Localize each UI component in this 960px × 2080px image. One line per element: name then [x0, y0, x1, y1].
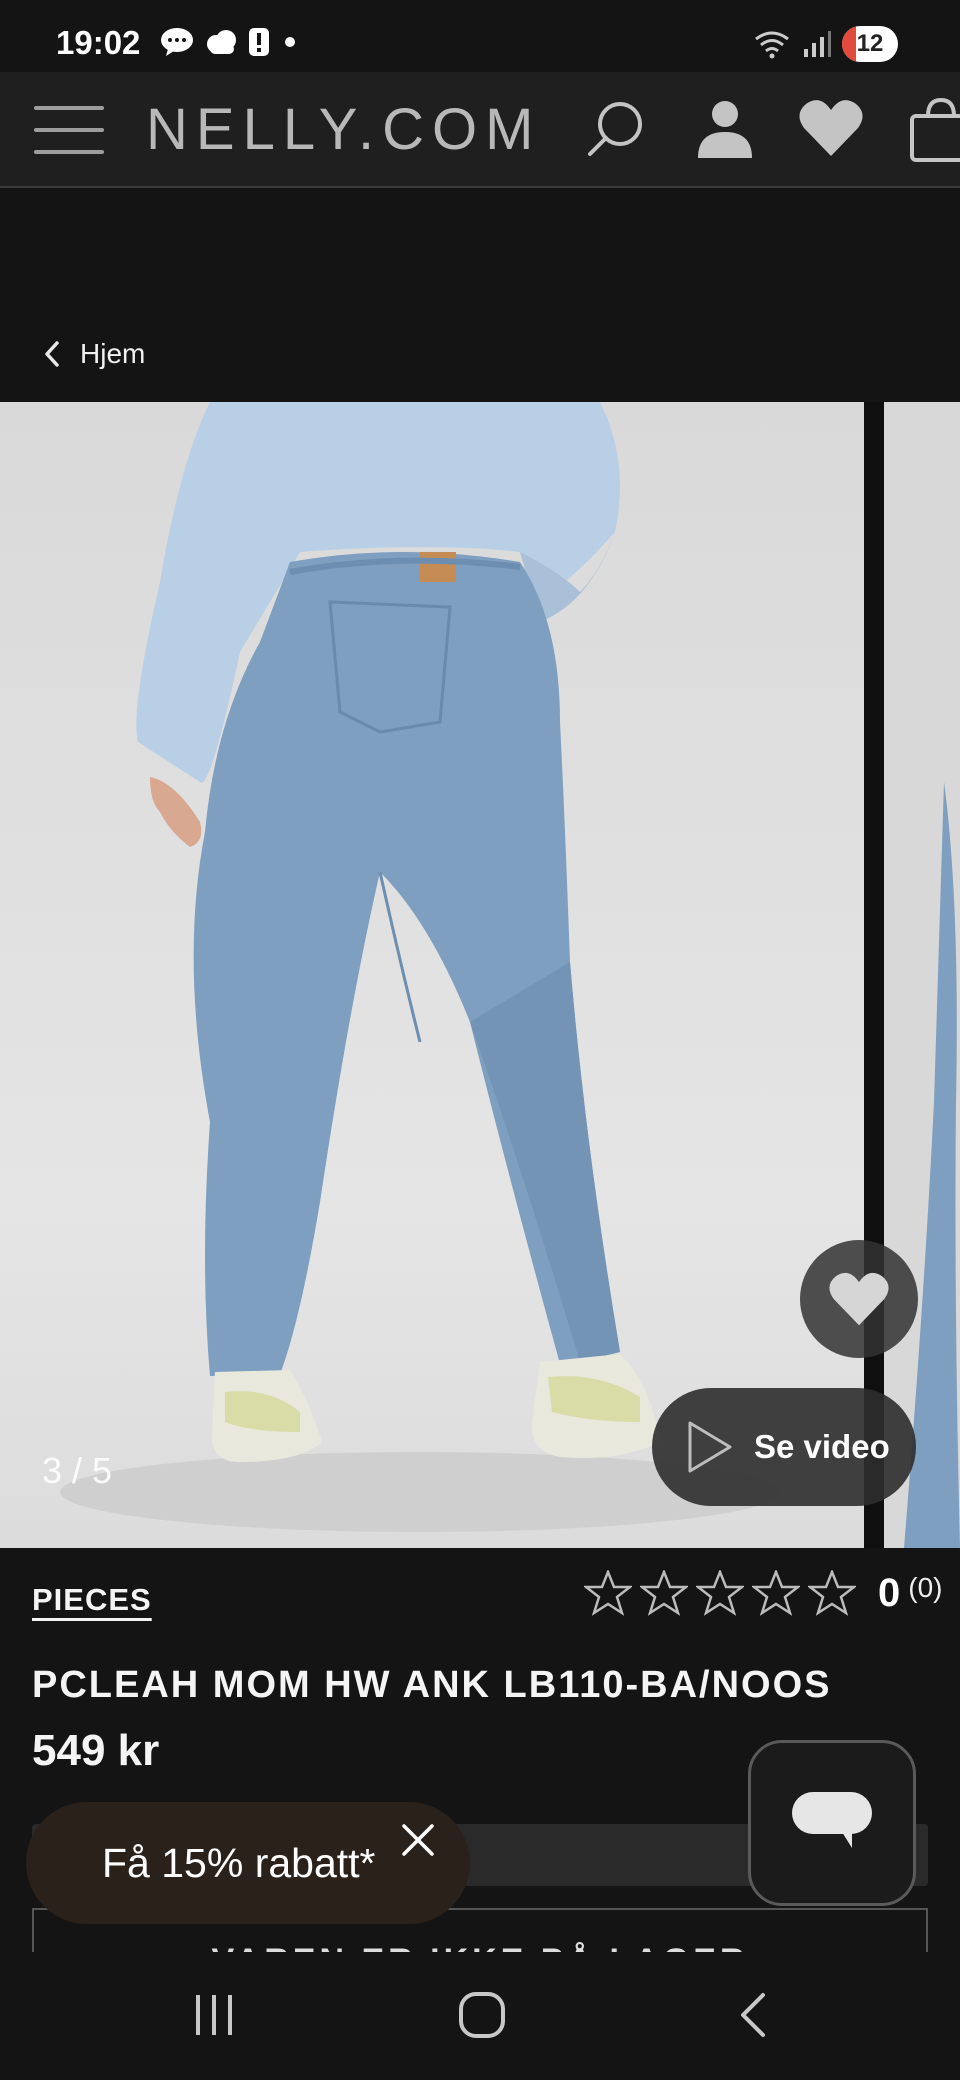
signal-icon	[804, 31, 831, 57]
chat-bubble-icon	[161, 28, 193, 56]
menu-icon-line	[34, 150, 104, 154]
battery-indicator: 12	[842, 26, 898, 62]
breadcrumb[interactable]: Hjem	[42, 338, 145, 370]
star-empty-icon	[752, 1570, 800, 1616]
menu-button[interactable]	[34, 102, 106, 158]
status-time: 19:02	[56, 24, 141, 61]
close-icon[interactable]	[398, 1820, 438, 1860]
back-icon	[741, 1993, 765, 2037]
product-title: PCLEAH MOM HW ANK LB110-BA/NOOS	[32, 1664, 832, 1706]
image-counter: 3 / 5	[42, 1450, 113, 1491]
next-product-image[interactable]	[884, 402, 960, 1548]
add-to-wishlist-button[interactable]	[800, 1240, 918, 1358]
product-price: 549 kr	[32, 1726, 160, 1775]
chevron-left-icon	[45, 341, 59, 367]
brand-logo[interactable]: NELLY.COM	[146, 96, 541, 163]
alert-icon	[249, 28, 269, 56]
rating-score: 0	[878, 1570, 901, 1615]
star-empty-icon	[584, 1570, 632, 1616]
product-photo-jeans	[60, 402, 780, 1532]
status-notification-icons	[160, 26, 300, 58]
menu-icon-line	[34, 128, 104, 132]
menu-icon	[34, 106, 104, 110]
status-system-icons: 12	[752, 26, 898, 62]
star-empty-icon	[640, 1570, 688, 1616]
play-icon	[688, 1421, 732, 1473]
product-image[interactable]	[0, 402, 864, 1548]
watch-video-button[interactable]: Se video	[652, 1388, 916, 1506]
back-button[interactable]	[712, 1980, 792, 2050]
product-rating[interactable]: 0 (0)	[584, 1570, 942, 1616]
status-bar: 19:02 12	[0, 0, 960, 72]
chat-icon	[792, 1792, 872, 1848]
product-gallery[interactable]: 3 / 5 Se video	[0, 402, 960, 1548]
search-icon[interactable]	[580, 94, 650, 164]
heart-icon	[829, 1272, 889, 1326]
site-header: NELLY.COM	[0, 72, 960, 188]
star-empty-icon	[808, 1570, 856, 1616]
home-icon	[459, 1992, 505, 2038]
bag-icon[interactable]	[906, 94, 960, 164]
home-button[interactable]	[442, 1980, 522, 2050]
discount-label: Få 15% rabatt*	[102, 1839, 376, 1886]
cloud-icon	[207, 30, 236, 54]
breadcrumb-label: Hjem	[80, 338, 146, 369]
dot-icon	[285, 37, 295, 47]
next-photo-preview	[904, 782, 960, 1548]
system-nav-bar	[0, 1952, 960, 2080]
product-brand-link[interactable]: PIECES	[32, 1582, 152, 1618]
product-page: 19:02 12 NELLY.COM Hjem 3 / 5 Se video P…	[0, 0, 960, 2080]
video-button-label: Se video	[754, 1428, 890, 1465]
star-empty-icon	[696, 1570, 744, 1616]
heart-icon[interactable]	[796, 94, 866, 164]
recent-apps-button[interactable]	[174, 1980, 254, 2050]
recent-apps-icon	[196, 1995, 232, 2035]
chat-button[interactable]	[748, 1740, 916, 1906]
rating-count: (0)	[908, 1572, 943, 1603]
wifi-icon	[755, 31, 789, 59]
account-icon[interactable]	[690, 94, 760, 164]
